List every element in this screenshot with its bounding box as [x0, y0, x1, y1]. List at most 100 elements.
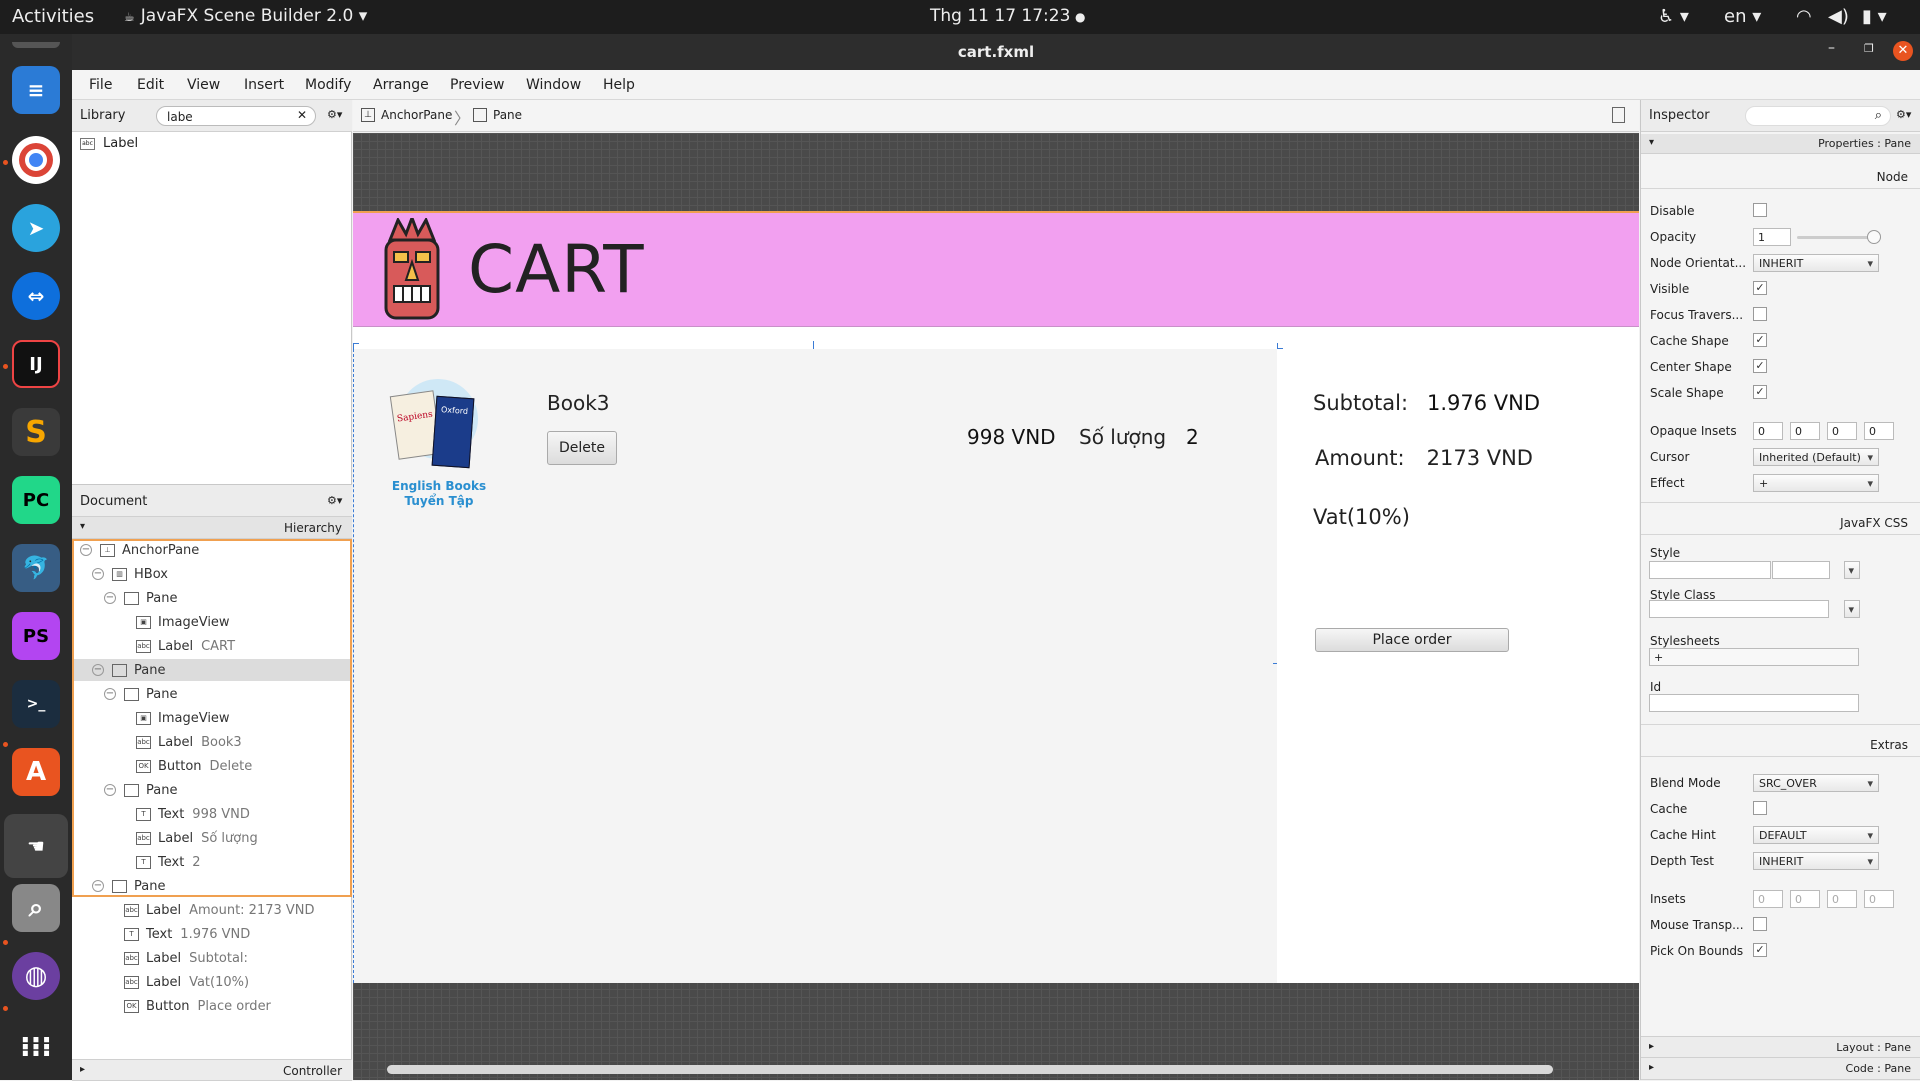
hierarchy-node-label[interactable]: abc Label Subtotal:: [72, 947, 352, 969]
properties-tab[interactable]: ▾ Properties : Pane: [1641, 134, 1920, 154]
scene-builder-icon[interactable]: ☚: [4, 814, 68, 878]
place-order-button[interactable]: Place order: [1315, 628, 1509, 652]
scale-shape-checkbox[interactable]: ✓: [1753, 385, 1767, 399]
pycharm-icon[interactable]: PC: [12, 476, 60, 524]
vat-label[interactable]: Vat(10%): [1313, 505, 1410, 529]
wifi-icon[interactable]: ◠: [1796, 6, 1812, 27]
hierarchy-node-label[interactable]: abc Label Book3: [72, 731, 352, 753]
subtotal-value[interactable]: 1.976 VND: [1427, 391, 1540, 415]
collapse-arrow-icon[interactable]: ▾: [80, 521, 85, 532]
library-search-input[interactable]: labe ✕: [156, 106, 316, 126]
clock[interactable]: Thg 11 17 17:23: [930, 6, 1070, 26]
selection-handle[interactable]: [353, 343, 359, 349]
mouse-transparent-checkbox[interactable]: [1753, 917, 1767, 931]
stylesheets-add-button[interactable]: +: [1649, 648, 1859, 666]
opacity-field[interactable]: 1: [1753, 228, 1791, 246]
hierarchy-node-pane[interactable]: − Pane: [72, 683, 352, 705]
hierarchy-node-label[interactable]: abc Label Amount: 2173 VND: [72, 899, 352, 921]
hierarchy-node-button[interactable]: OK Button Place order: [72, 995, 352, 1017]
phpstorm-icon[interactable]: PS: [12, 612, 60, 660]
expand-arrow-icon[interactable]: ▸: [80, 1064, 85, 1075]
sublime-icon[interactable]: S: [12, 408, 60, 456]
hierarchy-node-imageview[interactable]: ▣ ImageView: [72, 707, 352, 729]
search-tool-icon[interactable]: ⌕: [12, 884, 60, 932]
menu-arrange[interactable]: Arrange: [373, 77, 429, 93]
teamviewer-icon[interactable]: ⇔: [12, 272, 60, 320]
inspector-settings-icon[interactable]: ⚙▾: [1896, 108, 1911, 121]
activities-button[interactable]: Activities: [12, 6, 94, 27]
cache-shape-checkbox[interactable]: ✓: [1753, 333, 1767, 347]
cursor-dropdown[interactable]: Inherited (Default): [1753, 448, 1879, 466]
accessibility-icon[interactable]: ♿ ▾: [1658, 6, 1689, 27]
menu-preview[interactable]: Preview: [450, 77, 505, 93]
library-settings-icon[interactable]: ⚙▾: [327, 108, 342, 121]
opacity-slider-thumb[interactable]: [1867, 230, 1881, 244]
style-dropdown[interactable]: [1844, 561, 1860, 579]
cache-checkbox[interactable]: [1753, 801, 1767, 815]
breadcrumb-anchorpane[interactable]: ⊥ AnchorPane: [361, 108, 452, 122]
subtotal-label[interactable]: Subtotal:: [1313, 391, 1408, 415]
pick-on-bounds-checkbox[interactable]: ✓: [1753, 943, 1767, 957]
software-center-icon[interactable]: A: [12, 748, 60, 796]
hierarchy-node-label[interactable]: abc Label Vat(10%): [72, 971, 352, 993]
focus-traversable-checkbox[interactable]: [1753, 307, 1767, 321]
quantity-label[interactable]: Số lượng: [1079, 425, 1166, 449]
show-apps-icon[interactable]: ⁝⁝⁝: [12, 1022, 60, 1070]
design-canvas[interactable]: CART Sapiens Oxford English Books Tuyển …: [353, 133, 1639, 1080]
hierarchy-node-label[interactable]: abc Label CART: [72, 635, 352, 657]
opaque-inset-left[interactable]: 0: [1864, 422, 1894, 440]
cache-hint-dropdown[interactable]: DEFAULT: [1753, 826, 1879, 844]
collapse-toggle-icon[interactable]: −: [92, 880, 104, 892]
inset-right[interactable]: 0: [1790, 890, 1820, 908]
mysql-workbench-icon[interactable]: 🐬: [12, 544, 60, 592]
inset-left[interactable]: 0: [1864, 890, 1894, 908]
menu-file[interactable]: File: [89, 77, 112, 93]
controller-bar[interactable]: ▸ Controller: [72, 1059, 352, 1081]
code-tab[interactable]: ▸ Code : Pane: [1641, 1058, 1920, 1080]
collapse-toggle-icon[interactable]: −: [104, 592, 116, 604]
cart-items-pane[interactable]: Sapiens Oxford English Books Tuyển Tập B…: [353, 349, 1277, 983]
cart-title[interactable]: CART: [468, 231, 645, 308]
summary-pane[interactable]: Subtotal: 1.976 VND Amount: 2173 VND Vat(…: [1277, 349, 1639, 983]
price-text[interactable]: 998 VND: [967, 425, 1056, 449]
opacity-slider[interactable]: [1797, 236, 1875, 239]
layout-tab[interactable]: ▸ Layout : Pane: [1641, 1036, 1920, 1058]
menu-insert[interactable]: Insert: [244, 77, 284, 93]
inset-top[interactable]: 0: [1753, 890, 1783, 908]
menu-window[interactable]: Window: [526, 77, 581, 93]
collapse-toggle-icon[interactable]: −: [80, 544, 92, 556]
cart-header[interactable]: CART: [353, 213, 1639, 327]
node-orientation-dropdown[interactable]: INHERIT: [1753, 254, 1879, 272]
battery-icon[interactable]: ▮ ▾: [1862, 6, 1887, 27]
hierarchy-node-anchorpane[interactable]: − ⊥ AnchorPane: [72, 539, 352, 561]
hierarchy-node-text[interactable]: T Text 998 VND: [72, 803, 352, 825]
hierarchy-node-pane[interactable]: − Pane: [72, 875, 352, 897]
hierarchy-node-imageview[interactable]: ▣ ImageView: [72, 611, 352, 633]
library-item-label[interactable]: abc Label: [80, 136, 138, 151]
minimize-icon[interactable]: –: [1828, 40, 1835, 56]
terminal-icon[interactable]: >_: [12, 680, 60, 728]
breadcrumb-pane[interactable]: Pane: [473, 108, 522, 122]
style-class-dropdown[interactable]: [1844, 600, 1860, 618]
hierarchy-node-text[interactable]: T Text 2: [72, 851, 352, 873]
chrome-icon[interactable]: [12, 136, 60, 184]
hierarchy-node-button[interactable]: OK Button Delete: [72, 755, 352, 777]
clear-search-icon[interactable]: ✕: [297, 108, 307, 122]
hierarchy-node-hbox[interactable]: − ▥ HBox: [72, 563, 352, 585]
depth-test-dropdown[interactable]: INHERIT: [1753, 852, 1879, 870]
app-menu[interactable]: ☕ JavaFX Scene Builder 2.0 ▾: [124, 6, 367, 26]
disable-checkbox[interactable]: [1753, 203, 1767, 217]
id-field[interactable]: [1649, 694, 1859, 712]
telegram-icon[interactable]: ➤: [12, 204, 60, 252]
collapse-toggle-icon[interactable]: −: [104, 784, 116, 796]
style-value-field[interactable]: [1772, 561, 1830, 579]
blend-mode-dropdown[interactable]: SRC_OVER: [1753, 774, 1879, 792]
menu-edit[interactable]: Edit: [137, 77, 164, 93]
anchorpane-root[interactable]: CART Sapiens Oxford English Books Tuyển …: [353, 211, 1639, 983]
hierarchy-bar[interactable]: ▾ Hierarchy: [72, 517, 352, 539]
center-shape-checkbox[interactable]: ✓: [1753, 359, 1767, 373]
writer-icon[interactable]: ≡: [12, 66, 60, 114]
collapse-toggle-icon[interactable]: −: [92, 664, 104, 676]
visible-checkbox[interactable]: ✓: [1753, 281, 1767, 295]
effect-dropdown[interactable]: +: [1753, 474, 1879, 492]
